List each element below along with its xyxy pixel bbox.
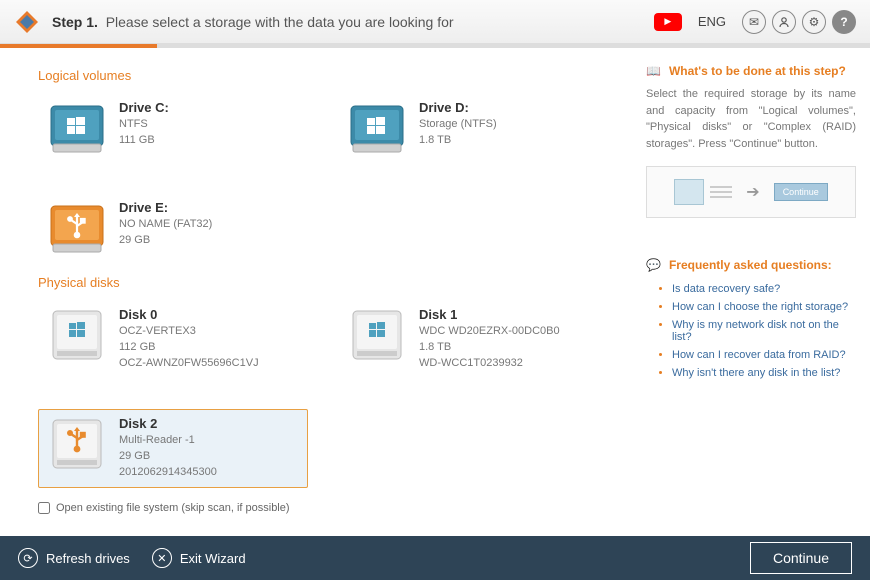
faq-item[interactable]: Why isn't there any disk in the list? [672,364,856,382]
user-icon[interactable] [772,10,796,34]
drive-details: WDC WD20EZRX-00DC0B01.8 TBWD-WCC1T023993… [419,324,560,372]
language-selector[interactable]: ENG [698,14,726,29]
header: Step 1. Please select a storage with the… [0,0,870,44]
skip-scan-label: Open existing file system (skip scan, if… [56,502,290,514]
drive-title: Disk 1 [419,307,560,322]
skip-scan-input[interactable] [38,502,50,514]
drive-details: NO NAME (FAT32)29 GB [119,217,212,249]
drive-card[interactable]: Disk 1 WDC WD20EZRX-00DC0B01.8 TBWD-WCC1… [338,300,608,379]
mail-icon[interactable]: ✉ [742,10,766,34]
exit-wizard-button[interactable]: ✕ Exit Wizard [152,548,246,568]
footer: ⟳ Refresh drives ✕ Exit Wizard Continue [0,536,870,580]
continue-button[interactable]: Continue [750,542,852,574]
section-logical-title: Logical volumes [38,68,628,83]
drive-details: Storage (NTFS)1.8 TB [419,117,497,149]
drive-icon [47,307,107,363]
drive-title: Drive E: [119,200,212,215]
drive-card[interactable]: Drive D: Storage (NTFS)1.8 TB [338,93,608,163]
drive-card[interactable]: Disk 2 Multi-Reader -129 GB2012062914345… [38,409,308,488]
drive-details: OCZ-VERTEX3112 GBOCZ-AWNZ0FW55696C1VJ [119,324,259,372]
section-physical-title: Physical disks [38,275,628,290]
faq-item[interactable]: How can I choose the right storage? [672,298,856,316]
help-icon[interactable]: ? [832,10,856,34]
hint-illustration: ➔ Continue [646,166,856,218]
faq-item[interactable]: Is data recovery safe? [672,280,856,298]
help-panel: 📖 What's to be done at this step? Select… [638,48,870,536]
todo-heading: 📖 What's to be done at this step? [646,64,856,78]
todo-text: Select the required storage by its name … [646,86,856,152]
drive-title: Disk 0 [119,307,259,322]
close-icon: ✕ [152,548,172,568]
drive-icon [47,416,107,472]
drive-title: Drive D: [419,100,497,115]
drive-card[interactable]: Drive E: NO NAME (FAT32)29 GB [38,193,308,263]
drive-card[interactable]: Drive C: NTFS111 GB [38,93,308,163]
faq-item[interactable]: Why is my network disk not on the list? [672,316,856,346]
skip-scan-checkbox[interactable]: Open existing file system (skip scan, if… [38,502,628,514]
drive-title: Disk 2 [119,416,217,431]
drive-icon [47,200,107,256]
book-icon: 📖 [646,64,661,78]
refresh-icon: ⟳ [18,548,38,568]
gear-icon[interactable]: ⚙ [802,10,826,34]
youtube-icon[interactable]: ▶ [654,13,682,31]
faq-list: Is data recovery safe?How can I choose t… [646,280,856,382]
drive-title: Drive C: [119,100,169,115]
drive-icon [47,100,107,156]
step-title: Step 1. Please select a storage with the… [52,14,454,30]
app-logo [14,9,40,35]
faq-heading: 💬 Frequently asked questions: [646,258,856,272]
drive-details: NTFS111 GB [119,117,169,149]
faq-icon: 💬 [646,258,661,272]
drive-icon [347,100,407,156]
storage-list: Logical volumes Drive C: NTFS111 GB Driv… [0,48,638,536]
drive-card[interactable]: Disk 0 OCZ-VERTEX3112 GBOCZ-AWNZ0FW55696… [38,300,308,379]
drive-details: Multi-Reader -129 GB2012062914345300 [119,433,217,481]
progress-bar [0,44,870,48]
drive-icon [347,307,407,363]
faq-item[interactable]: How can I recover data from RAID? [672,346,856,364]
refresh-drives-button[interactable]: ⟳ Refresh drives [18,548,130,568]
